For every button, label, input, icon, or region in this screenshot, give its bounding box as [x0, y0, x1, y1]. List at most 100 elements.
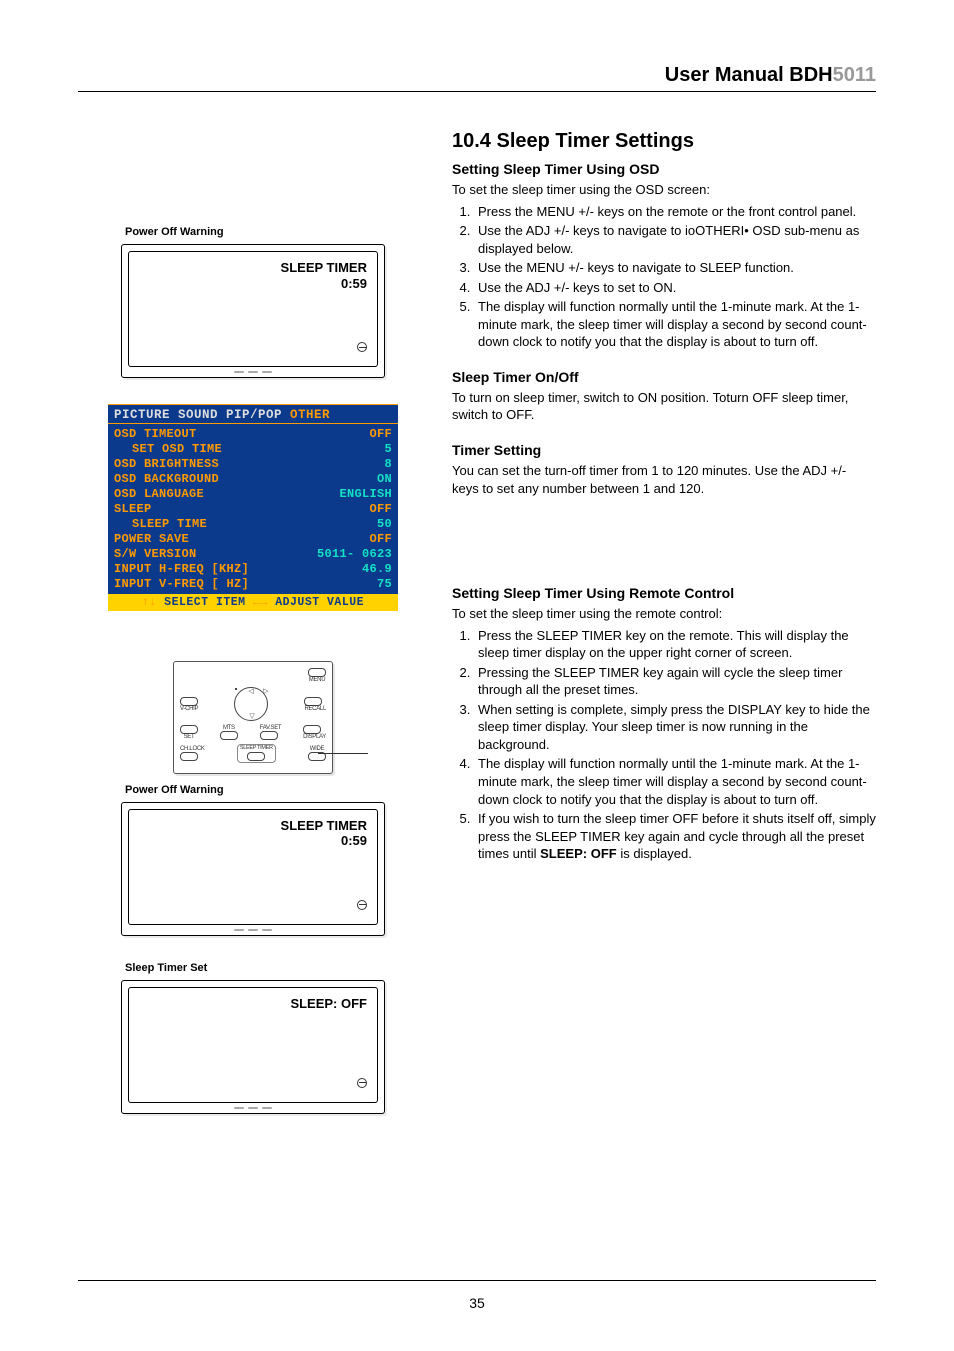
vchip-label: V-CHIP: [180, 706, 198, 712]
display-button-icon: [303, 725, 321, 734]
figure-caption: Power Off Warning: [125, 784, 385, 796]
osd-steps-list: Press the MENU +/- keys on the remote or…: [474, 203, 876, 351]
chlock-label: CH.LOCK: [180, 746, 205, 752]
osd-footer: ↑↓ SELECT ITEM ←→ ADJUST VALUE: [108, 594, 398, 611]
arrow-leftright-icon: ←→: [253, 596, 275, 609]
sleep-timer-text: SLEEP TIMER: [281, 818, 367, 833]
osd-tab: PIP/POP: [226, 408, 282, 422]
page-number: 35: [469, 1295, 485, 1311]
list-item: Use the MENU +/- keys to navigate to SLE…: [474, 259, 876, 277]
tv-knob-icon: [357, 900, 367, 910]
wide-label: WIDE: [308, 746, 326, 752]
osd-row-value: OFF: [369, 502, 392, 517]
osd-row-value: OFF: [369, 532, 392, 547]
tv-base-icon: [128, 927, 378, 933]
mts-button-icon: [220, 731, 238, 740]
osd-row: POWER SAVEOFF: [114, 532, 392, 547]
chlock-button-icon: [180, 752, 198, 761]
arrow-updown-icon: ↑↓: [142, 596, 157, 609]
list-item: Press the MENU +/- keys on the remote or…: [474, 203, 876, 221]
osd-heading: Setting Sleep Timer Using OSD: [452, 161, 876, 177]
osd-row: S/W VERSION 5011- 0623: [114, 547, 392, 562]
osd-row-label: OSD BACKGROUND: [114, 472, 219, 487]
tv-screen: SLEEP: OFF: [128, 987, 378, 1103]
list-item: The display will function normally until…: [474, 298, 876, 351]
osd-row-value: 8: [384, 457, 392, 472]
osd-row-value: 5011- 0623: [317, 547, 392, 562]
set-label: SET: [180, 734, 198, 740]
tv-base-icon: [128, 1105, 378, 1111]
osd-row: SET OSD TIME5: [114, 442, 392, 457]
sleep-timer-overlay: SLEEP TIMER 0:59: [281, 260, 367, 291]
tv-knob-icon: [357, 342, 367, 352]
list-item: If you wish to turn the sleep timer OFF …: [474, 810, 876, 863]
list-item: Use the ADJ +/- keys to set to ON.: [474, 279, 876, 297]
osd-row-label: S/W VERSION: [114, 547, 197, 562]
osd-menu-figure: PICTURESOUNDPIP/POPOTHER OSD TIMEOUTOFFS…: [108, 404, 398, 611]
osd-row-label: OSD LANGUAGE: [114, 487, 204, 502]
osd-row: SLEEP TIME 50: [114, 517, 392, 532]
osd-row-value: ON: [377, 472, 392, 487]
osd-tab: OTHER: [290, 408, 330, 422]
osd-foot-left: SELECT ITEM: [164, 596, 245, 609]
section-title: 10.4 Sleep Timer Settings: [452, 130, 876, 153]
osd-row: OSD TIMEOUT OFF: [114, 427, 392, 442]
sleep-timer-button-icon: [247, 752, 265, 761]
osd-intro: To set the sleep timer using the OSD scr…: [452, 181, 876, 199]
figure-caption: Sleep Timer Set: [125, 962, 385, 974]
osd-row-value: 5: [384, 442, 392, 457]
poweroff-warning-figure-2: Power Off Warning SLEEP TIMER 0:59: [121, 784, 385, 936]
osd-tabs: PICTURESOUNDPIP/POPOTHER: [108, 404, 398, 424]
osd-row-value: ENGLISH: [339, 487, 392, 502]
onoff-text: To turn on sleep timer, switch to ON pos…: [452, 389, 876, 424]
sleep-timer-value: 0:59: [341, 276, 367, 291]
osd-row-label: OSD BRIGHTNESS: [114, 457, 219, 472]
tv-screen: SLEEP TIMER 0:59: [128, 251, 378, 367]
tv-knob-icon: [357, 1078, 367, 1088]
timer-setting-heading: Timer Setting: [452, 442, 876, 458]
tv-screen: SLEEP TIMER 0:59: [128, 809, 378, 925]
remote-intro: To set the sleep timer using the remote …: [452, 605, 876, 623]
menu-button-icon: [308, 668, 326, 677]
sleep-off-text: SLEEP: OFF: [290, 996, 367, 1011]
figure-caption: Power Off Warning: [125, 226, 385, 238]
osd-row-label: INPUT V-FREQ [ HZ]: [114, 577, 249, 592]
osd-row-value: 46.9: [362, 562, 392, 577]
osd-row-value: 50: [377, 517, 392, 532]
sleep-timer-highlight: SLEEP TIMER: [237, 744, 276, 763]
tv-base-icon: [128, 369, 378, 375]
remote-body: MENU V-CHIP ◁ ▷ ▽: [173, 661, 333, 774]
dpad-icon: ◁ ▷ ▽: [234, 687, 268, 721]
poweroff-warning-figure-1: Power Off Warning SLEEP TIMER 0:59: [121, 226, 385, 378]
menu-label: MENU: [308, 677, 326, 683]
remote-steps-list: Press the SLEEP TIMER key on the remote.…: [474, 627, 876, 863]
sleep-timer-value: 0:59: [341, 833, 367, 848]
osd-row-value: 75: [377, 577, 392, 592]
list-item: Press the SLEEP TIMER key on the remote.…: [474, 627, 876, 662]
sleep-timer-overlay: SLEEP TIMER 0:59: [281, 818, 367, 849]
mts-label: MTS: [220, 725, 238, 731]
osd-row-label: SLEEP TIME: [114, 517, 207, 532]
osd-row: OSD LANGUAGE ENGLISH: [114, 487, 392, 502]
tv-frame: SLEEP: OFF: [121, 980, 385, 1114]
onoff-heading: Sleep Timer On/Off: [452, 369, 876, 385]
sleep-off-overlay: SLEEP: OFF: [290, 996, 367, 1012]
recall-label: RECALL: [304, 706, 326, 712]
list-item: Use the ADJ +/- keys to navigate to ioOT…: [474, 222, 876, 257]
osd-row-value: OFF: [369, 427, 392, 442]
remote-figure: MENU V-CHIP ◁ ▷ ▽: [173, 661, 333, 774]
list-item: Pressing the SLEEP TIMER key again will …: [474, 664, 876, 699]
osd-row: INPUT H-FREQ [KHZ] 46.9: [114, 562, 392, 577]
osd-row-label: INPUT H-FREQ [KHZ]: [114, 562, 249, 577]
favset-button-icon: [260, 731, 278, 740]
remote-heading: Setting Sleep Timer Using Remote Control: [452, 585, 876, 601]
osd-row: SLEEPOFF: [114, 502, 392, 517]
list-item: The display will function normally until…: [474, 755, 876, 808]
osd-row-label: OSD TIMEOUT: [114, 427, 197, 442]
page-header: User Manual BDH5011: [78, 64, 876, 92]
sleep-timer-text: SLEEP TIMER: [281, 260, 367, 275]
sleep-timer-label: SLEEP TIMER: [240, 746, 273, 752]
osd-foot-right: ADJUST VALUE: [275, 596, 364, 609]
osd-tab: PICTURE: [114, 408, 170, 422]
vchip-button-icon: [180, 697, 198, 706]
